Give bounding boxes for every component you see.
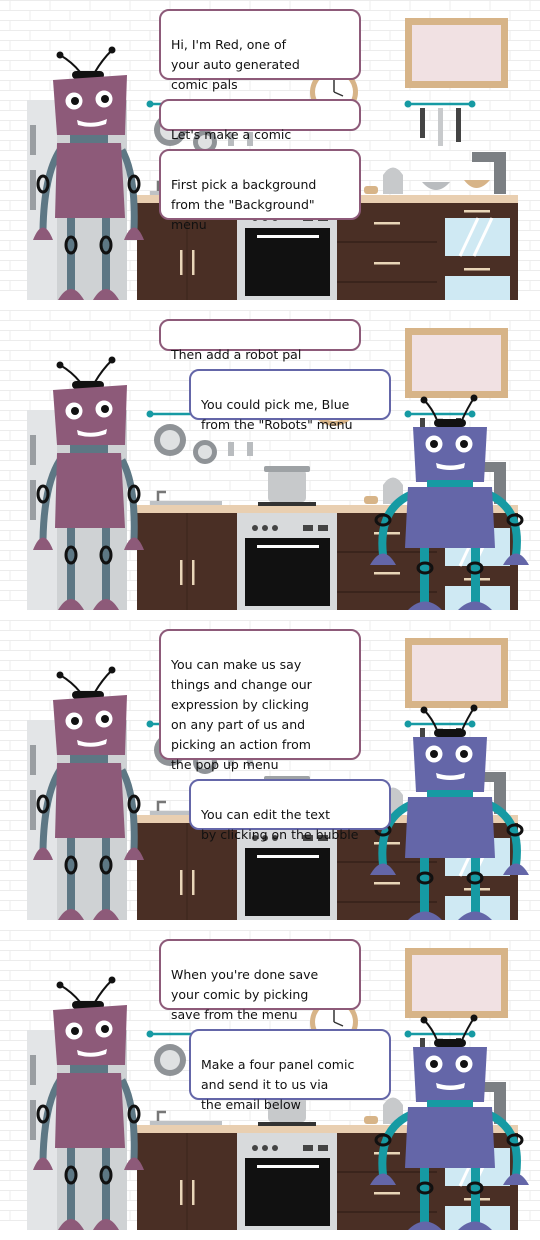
comic-panel-1[interactable]: Hi, I'm Red, one of your auto generated … — [0, 0, 540, 300]
speech-bubble-red[interactable]: When you're done save your comic by pick… — [159, 939, 361, 1022]
bubble-text: You can edit the text by clicking on the… — [201, 807, 359, 842]
speech-bubble-red[interactable]: You can make us say things and change ou… — [159, 629, 361, 772]
speech-bubble-blue[interactable]: You can edit the text by clicking on the… — [189, 779, 391, 842]
speech-bubble-red[interactable]: Hi, I'm Red, one of your auto generated … — [159, 9, 361, 92]
bubble-text: When you're done save your comic by pick… — [171, 967, 319, 1022]
speech-bubble-red[interactable]: Let's make a comic together — [159, 99, 361, 162]
speech-bubble-blue[interactable]: You could pick me, Blue from the "Robots… — [189, 369, 391, 432]
comic-panel-2[interactable]: Then add a robot pal You could pick me, … — [0, 310, 540, 610]
bubble-text: Hi, I'm Red, one of your auto generated … — [171, 37, 300, 92]
bubble-text: You could pick me, Blue from the "Robots… — [201, 397, 353, 432]
bubble-text: You can make us say things and change ou… — [171, 657, 312, 772]
bubble-text: Then add a robot pal — [171, 347, 302, 362]
bubble-text: Make a four panel comic and send it to u… — [201, 1057, 355, 1112]
speech-bubble-red[interactable]: Then add a robot pal — [159, 319, 361, 362]
bubble-text: First pick a background from the "Backgr… — [171, 177, 317, 232]
speech-bubble-blue[interactable]: Make a four panel comic and send it to u… — [189, 1029, 391, 1112]
comic-panel-3[interactable]: You can make us say things and change ou… — [0, 620, 540, 920]
speech-bubble-red[interactable]: First pick a background from the "Backgr… — [159, 149, 361, 232]
comic-panel-4[interactable]: When you're done save your comic by pick… — [0, 930, 540, 1230]
